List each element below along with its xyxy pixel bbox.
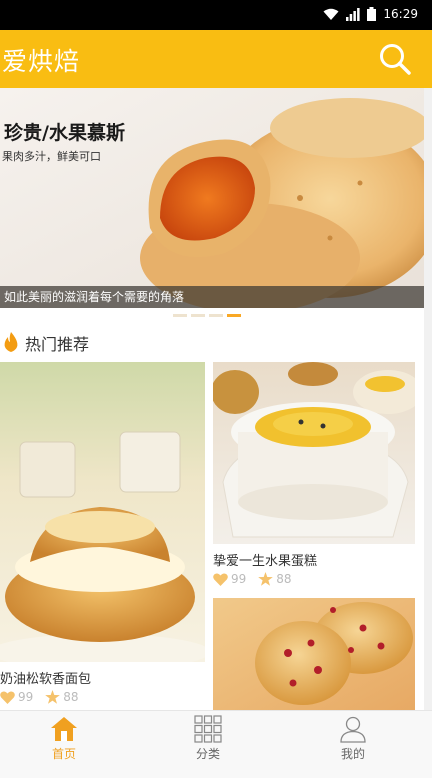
carousel-dot[interactable] xyxy=(173,314,187,317)
recipe-image xyxy=(213,598,415,710)
recipe-stats: 99 88 xyxy=(0,690,91,704)
nav-item-mine[interactable]: 我的 xyxy=(313,715,393,771)
battery-icon xyxy=(367,7,377,21)
carousel-dot-active[interactable] xyxy=(227,314,241,317)
recipe-card[interactable]: 奶油松软香面包 99 88 xyxy=(0,362,205,710)
nav-label-mine: 我的 xyxy=(340,747,365,761)
star-count-value: 88 xyxy=(276,572,292,586)
like-count-value: 99 xyxy=(231,572,247,586)
recipe-name: 挚爱一生水果蛋糕 xyxy=(213,554,318,569)
banner-subtitle: 果肉多汁，鲜美可口 xyxy=(2,150,101,163)
app-header: 爱烘焙 xyxy=(0,30,432,88)
star-count[interactable]: 88 xyxy=(258,572,292,586)
section-header: 热门推荐 xyxy=(0,326,424,360)
recipe-card[interactable]: 挚爱一生水果蛋糕 99 88 xyxy=(213,362,415,592)
wifi-icon xyxy=(323,8,339,20)
like-count[interactable]: 99 xyxy=(0,690,33,704)
recipe-card[interactable] xyxy=(213,598,415,710)
nav-label-home: 首页 xyxy=(51,747,76,761)
search-button[interactable] xyxy=(378,42,412,76)
signal-icon xyxy=(346,7,361,21)
star-count-value: 88 xyxy=(63,690,79,704)
heart-icon xyxy=(0,690,15,704)
star-icon xyxy=(258,572,274,586)
carousel-dot[interactable] xyxy=(191,314,205,317)
banner-caption: 如此美丽的滋润着每个需要的角落 xyxy=(0,286,424,308)
search-icon xyxy=(380,44,411,75)
nav-label-category: 分类 xyxy=(195,747,220,761)
scrollbar-track[interactable] xyxy=(424,88,432,710)
status-time: 16:29 xyxy=(383,7,418,21)
like-count[interactable]: 99 xyxy=(213,572,246,586)
recipe-name: 奶油松软香面包 xyxy=(0,672,92,687)
status-icons: 16:29 xyxy=(323,7,418,21)
carousel-dot[interactable] xyxy=(209,314,223,317)
like-count-value: 99 xyxy=(18,690,34,704)
recipe-image xyxy=(213,362,415,544)
star-count[interactable]: 88 xyxy=(45,690,79,704)
user-icon xyxy=(340,716,366,743)
carousel-indicator[interactable] xyxy=(173,314,241,317)
home-icon xyxy=(51,717,77,741)
app-title: 爱烘焙 xyxy=(2,47,81,76)
nav-item-home[interactable]: 首页 xyxy=(24,715,104,771)
status-bar: 16:29 xyxy=(0,0,432,30)
nav-item-category[interactable]: 分类 xyxy=(168,715,248,771)
grid-icon xyxy=(194,715,222,743)
bottom-nav: 首页 分类 我的 xyxy=(0,710,432,778)
banner-title: 珍贵/水果慕斯 xyxy=(4,122,125,144)
section-title: 热门推荐 xyxy=(25,335,90,354)
fire-icon xyxy=(4,332,18,352)
heart-icon xyxy=(213,572,228,586)
star-icon xyxy=(45,690,61,704)
recipe-image xyxy=(0,362,205,662)
banner-carousel[interactable]: 珍贵/水果慕斯 果肉多汁，鲜美可口 如此美丽的滋润着每个需要的角落 xyxy=(0,88,424,308)
recipe-stats: 99 88 xyxy=(213,572,304,586)
